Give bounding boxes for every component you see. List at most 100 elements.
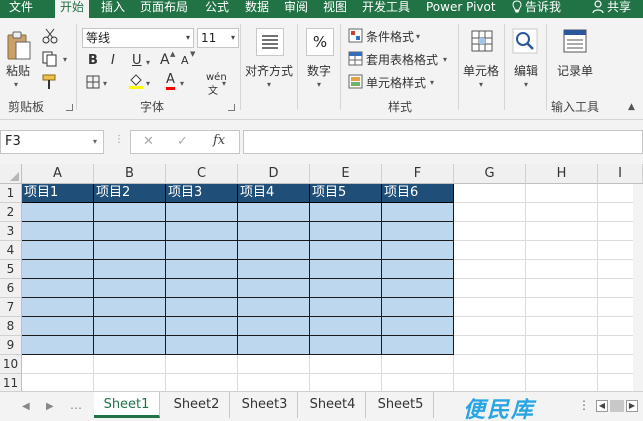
- row-header[interactable]: 2: [0, 203, 22, 222]
- table-header-cell[interactable]: 项目3: [166, 184, 238, 203]
- shrink-font-button[interactable]: A: [181, 54, 189, 67]
- column-header[interactable]: I: [598, 164, 643, 184]
- row-header[interactable]: 4: [0, 241, 22, 260]
- tab-developer[interactable]: 开发工具: [362, 0, 410, 18]
- share-button[interactable]: 共享: [592, 0, 631, 18]
- cells-icon[interactable]: [469, 28, 495, 54]
- grid-cell[interactable]: [526, 374, 598, 391]
- font-name-select[interactable]: 等线 ▾: [82, 28, 194, 48]
- clipboard-launcher-icon[interactable]: [66, 104, 73, 111]
- table-body-cell[interactable]: [310, 241, 382, 260]
- table-body-cell[interactable]: [238, 241, 310, 260]
- grid-cell[interactable]: [526, 203, 598, 222]
- confirm-icon[interactable]: ✓: [177, 134, 188, 149]
- table-body-cell[interactable]: [166, 336, 238, 355]
- table-body-cell[interactable]: [94, 279, 166, 298]
- table-body-cell[interactable]: [166, 279, 238, 298]
- table-body-cell[interactable]: [166, 317, 238, 336]
- grid-cell[interactable]: [454, 336, 526, 355]
- chevron-down-icon[interactable]: ▾: [416, 32, 420, 41]
- border-dropdown-icon[interactable]: ▾: [103, 79, 107, 88]
- grid-cell[interactable]: [454, 374, 526, 391]
- column-header[interactable]: G: [454, 164, 526, 184]
- record-form-icon[interactable]: [562, 28, 588, 54]
- sheet-more-icon[interactable]: …: [70, 398, 82, 412]
- cancel-icon[interactable]: ✕: [143, 134, 154, 149]
- number-dropdown-icon[interactable]: ▾: [317, 80, 321, 89]
- number-label[interactable]: 数字: [307, 62, 331, 79]
- table-body-cell[interactable]: [382, 222, 454, 241]
- table-body-cell[interactable]: [310, 298, 382, 317]
- row-header[interactable]: 3: [0, 222, 22, 241]
- table-body-cell[interactable]: [94, 336, 166, 355]
- column-header[interactable]: A: [22, 164, 94, 184]
- table-body-cell[interactable]: [166, 222, 238, 241]
- table-body-cell[interactable]: [94, 203, 166, 222]
- alignment-label[interactable]: 对齐方式: [245, 62, 293, 79]
- sheet-tab[interactable]: Sheet2: [164, 392, 230, 418]
- tab-home[interactable]: 开始: [55, 0, 90, 20]
- column-header[interactable]: B: [94, 164, 166, 184]
- table-body-cell[interactable]: [22, 298, 94, 317]
- table-body-cell[interactable]: [22, 260, 94, 279]
- column-header[interactable]: H: [526, 164, 598, 184]
- row-header[interactable]: 11: [0, 374, 22, 391]
- grid-cell[interactable]: [22, 355, 94, 374]
- table-body-cell[interactable]: [94, 241, 166, 260]
- table-format-button[interactable]: 套用表格格式: [366, 51, 438, 68]
- grid-cell[interactable]: [94, 355, 166, 374]
- table-body-cell[interactable]: [238, 222, 310, 241]
- tab-data[interactable]: 数据: [245, 0, 269, 18]
- font-color-button[interactable]: A: [166, 73, 175, 90]
- table-body-cell[interactable]: [382, 298, 454, 317]
- grow-font-button[interactable]: A: [160, 52, 170, 68]
- grid-cell[interactable]: [526, 222, 598, 241]
- table-body-cell[interactable]: [22, 203, 94, 222]
- border-icon[interactable]: [86, 75, 100, 89]
- record-form-label[interactable]: 记录单: [557, 62, 593, 79]
- table-header-cell[interactable]: 项目2: [94, 184, 166, 203]
- table-body-cell[interactable]: [238, 317, 310, 336]
- table-body-cell[interactable]: [310, 317, 382, 336]
- grid-cell[interactable]: [526, 241, 598, 260]
- more-icon[interactable]: ⋮: [578, 398, 590, 412]
- paste-icon[interactable]: [6, 31, 32, 61]
- tab-tell-me[interactable]: 告诉我: [512, 0, 561, 18]
- table-body-cell[interactable]: [166, 203, 238, 222]
- grid-cell[interactable]: [382, 355, 454, 374]
- next-sheet-icon[interactable]: ▶: [46, 401, 54, 412]
- grid-cell[interactable]: [454, 203, 526, 222]
- grid-cell[interactable]: [454, 241, 526, 260]
- row-header[interactable]: 8: [0, 317, 22, 336]
- tab-review[interactable]: 审阅: [284, 0, 308, 18]
- grid-cell[interactable]: [526, 317, 598, 336]
- table-body-cell[interactable]: [166, 260, 238, 279]
- paste-label[interactable]: 粘贴: [6, 62, 30, 79]
- row-header[interactable]: 9: [0, 336, 22, 355]
- tab-view[interactable]: 视图: [323, 0, 347, 18]
- italic-button[interactable]: I: [111, 53, 115, 68]
- table-body-cell[interactable]: [382, 260, 454, 279]
- horizontal-scrollbar-thumb[interactable]: [610, 400, 624, 412]
- row-header[interactable]: 10: [0, 355, 22, 374]
- tab-page-layout[interactable]: 页面布局: [140, 0, 188, 18]
- table-body-cell[interactable]: [382, 203, 454, 222]
- tab-power-pivot[interactable]: Power Pivot: [426, 0, 496, 18]
- column-header[interactable]: D: [238, 164, 310, 184]
- alignment-dropdown-icon[interactable]: ▾: [267, 80, 271, 89]
- font-launcher-icon[interactable]: [228, 104, 235, 111]
- table-body-cell[interactable]: [382, 241, 454, 260]
- insert-function-icon[interactable]: fx: [213, 133, 225, 148]
- table-body-cell[interactable]: [238, 298, 310, 317]
- number-format-button[interactable]: %: [306, 28, 334, 56]
- font-size-select[interactable]: 11 ▾: [197, 28, 239, 48]
- alignment-button[interactable]: [256, 28, 284, 56]
- table-body-cell[interactable]: [310, 279, 382, 298]
- table-body-cell[interactable]: [310, 260, 382, 279]
- column-header[interactable]: F: [382, 164, 454, 184]
- grid-cell[interactable]: [166, 355, 238, 374]
- underline-dropdown-icon[interactable]: ▾: [146, 58, 150, 67]
- grid-cell[interactable]: [310, 355, 382, 374]
- column-header[interactable]: E: [310, 164, 382, 184]
- table-header-cell[interactable]: 项目4: [238, 184, 310, 203]
